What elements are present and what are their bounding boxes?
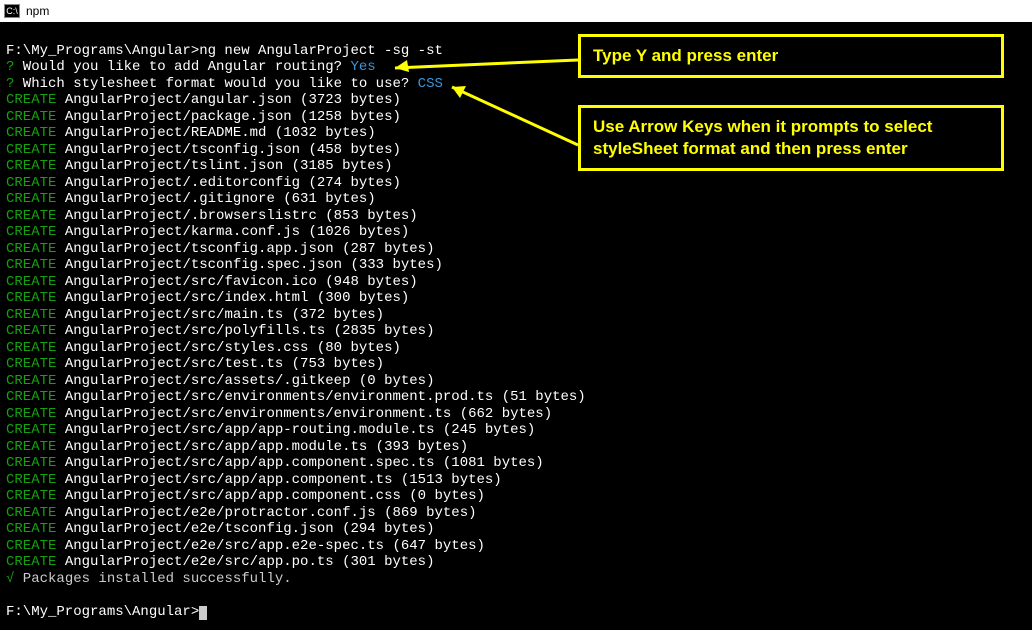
window-titlebar: C:\ npm [0,0,1032,22]
cmd-icon: C:\ [4,4,20,18]
window-title: npm [26,4,49,18]
cursor [199,606,207,620]
annotation-callout-2: Use Arrow Keys when it prompts to select… [578,105,1004,171]
annotation-callout-1: Type Y and press enter [578,34,1004,78]
